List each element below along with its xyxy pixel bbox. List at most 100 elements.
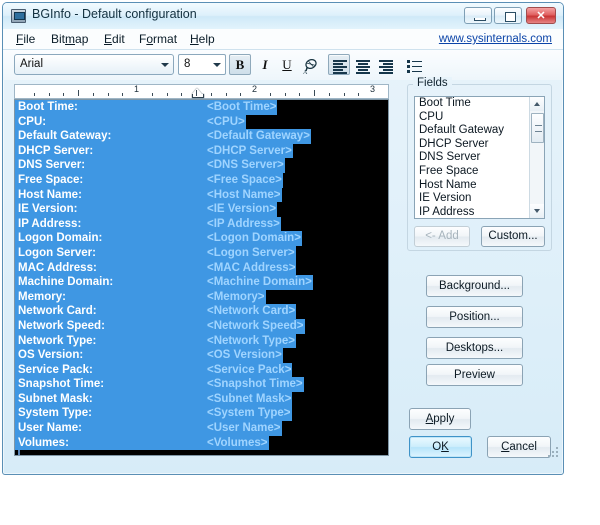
field-list-item[interactable]: CPU <box>415 111 544 125</box>
field-list-item[interactable]: IP Address <box>415 206 544 218</box>
preview-button[interactable]: Preview <box>426 364 523 386</box>
editor-line-field: <Network Card> <box>207 304 297 319</box>
editor-line-field: <Network Type> <box>207 333 296 349</box>
menu-bar: File Bitmap Edit Format Help www.sysinte… <box>3 29 563 50</box>
editor-line[interactable]: Service Pack: <Service Pack> <box>15 362 388 378</box>
underline-icon: U <box>282 57 292 72</box>
editor-line[interactable]: User Name: <User Name> <box>15 421 388 436</box>
bold-button[interactable]: B <box>229 54 251 75</box>
fields-listbox[interactable]: Boot Time CPU Default Gateway DHCP Server DN… <box>414 96 545 219</box>
menu-item-format[interactable]: Format <box>137 32 179 46</box>
position-button[interactable]: Position... <box>426 306 523 328</box>
field-list-item[interactable]: Default Gateway <box>415 124 544 138</box>
ruler[interactable]: 1 2 3 <box>14 84 389 99</box>
editor-line[interactable]: Network Card: <Network Card> <box>15 304 388 319</box>
editor-line[interactable]: Volumes: <Volumes> <box>15 435 388 451</box>
editor-line-label: MAC Address: <box>15 260 207 276</box>
editor-line[interactable]: IP Address: <IP Address> <box>15 216 388 232</box>
minimize-button[interactable] <box>464 7 492 24</box>
editor-line[interactable]: Network Type: <Network Type> <box>15 333 388 349</box>
editor-line[interactable]: Boot Time: <Boot Time> <box>15 100 388 115</box>
scroll-down-button[interactable] <box>530 204 544 218</box>
editor-line-field: <OS Version> <box>207 348 283 363</box>
editor-line[interactable]: Subnet Mask: <Subnet Mask> <box>15 391 388 407</box>
editor-line-label: Free Space: <box>15 172 207 188</box>
field-list-item[interactable]: Free Space <box>415 165 544 179</box>
editor-line[interactable]: Logon Server: <Logon Server> <box>15 245 388 261</box>
font-size-select[interactable]: 8 <box>178 54 226 75</box>
bold-icon: B <box>235 57 245 72</box>
align-center-button[interactable] <box>351 54 373 75</box>
sysinternals-link[interactable]: www.sysinternals.com <box>439 33 552 45</box>
ruler-tick <box>314 90 315 96</box>
menu-item-edit[interactable]: Edit <box>102 32 127 46</box>
text-color-button[interactable]: A <box>298 54 320 75</box>
align-left-icon <box>333 60 347 74</box>
field-list-item[interactable]: IE Version <box>415 192 544 206</box>
cancel-button[interactable]: Cancel <box>487 436 551 458</box>
fields-scrollbar[interactable] <box>529 97 544 218</box>
indent-marker[interactable] <box>192 88 204 98</box>
ruler-tick <box>151 93 153 96</box>
editor-line[interactable]: Memory: <Memory> <box>15 289 388 305</box>
editor-line[interactable]: IE Version: <IE Version> <box>15 202 388 217</box>
add-field-button[interactable]: <- Add <box>414 226 470 247</box>
ruler-tick <box>122 93 124 96</box>
editor-line[interactable]: DNS Server: <DNS Server> <box>15 158 388 173</box>
editor-line-label: Default Gateway: <box>15 129 207 144</box>
menu-item-file[interactable]: File <box>14 32 37 46</box>
ruler-tick <box>240 93 242 96</box>
ok-button[interactable]: OK <box>409 436 472 458</box>
font-family-select[interactable]: Arial <box>14 54 174 75</box>
editor-line[interactable]: System Type: <System Type> <box>15 406 388 422</box>
editor-line-field: <System Type> <box>207 406 292 422</box>
editor-line-label: Logon Domain: <box>15 231 207 246</box>
ruler-tick <box>107 93 109 96</box>
editor-line[interactable]: Machine Domain: <Machine Domain> <box>15 275 388 290</box>
editor-line-label: Logon Server: <box>15 245 207 261</box>
editor-line[interactable]: Host Name: <Host Name> <box>15 187 388 203</box>
align-right-button[interactable] <box>374 54 396 75</box>
field-list-item[interactable]: DHCP Server <box>415 138 544 152</box>
ruler-tick <box>358 93 360 96</box>
editor-line-label: DNS Server: <box>15 158 207 173</box>
scroll-up-button[interactable] <box>530 97 544 111</box>
custom-field-button[interactable]: Custom... <box>481 226 545 247</box>
editor-line[interactable]: Network Speed: <Network Speed> <box>15 318 388 334</box>
window-title: BGInfo - Default configuration <box>32 7 197 21</box>
editor-line[interactable]: Free Space: <Free Space> <box>15 172 388 188</box>
bitmap-text-editor[interactable]: Boot Time: <Boot Time> CPU: <CPU> Default Ga… <box>14 99 389 456</box>
editor-line[interactable]: Snapshot Time: <Snapshot Time> <box>15 377 388 392</box>
menu-item-help[interactable]: Help <box>188 32 217 46</box>
close-button[interactable]: ✕ <box>526 7 556 24</box>
editor-line[interactable]: CPU: <CPU> <box>15 114 388 130</box>
ruler-tick <box>328 93 330 96</box>
apply-button[interactable]: Apply <box>409 408 471 430</box>
field-list-item[interactable]: DNS Server <box>415 151 544 165</box>
editor-line[interactable]: Default Gateway: <Default Gateway> <box>15 129 388 144</box>
menu-item-bitmap[interactable]: Bitmap <box>49 32 90 46</box>
editor-line-field: <Snapshot Time> <box>207 377 304 392</box>
editor-line[interactable]: Logon Domain: <Logon Domain> <box>15 231 388 246</box>
maximize-button[interactable] <box>494 7 522 24</box>
italic-button[interactable]: I <box>254 54 276 75</box>
editor-line[interactable]: DHCP Server: <DHCP Server> <box>15 143 388 159</box>
editor-line[interactable]: MAC Address: <MAC Address> <box>15 260 388 276</box>
editor-line-label: Network Type: <box>15 333 207 349</box>
background-button[interactable]: Background... <box>426 275 523 297</box>
font-family-value: Arial <box>20 58 44 70</box>
editor-line-field: <Network Speed> <box>207 318 305 334</box>
editor-line-label: User Name: <box>15 421 207 436</box>
desktops-button[interactable]: Desktops... <box>426 337 523 359</box>
align-left-button[interactable] <box>328 54 350 75</box>
fields-group-label: Fields <box>413 77 452 89</box>
resize-grip[interactable] <box>548 447 559 458</box>
editor-line[interactable]: OS Version: <OS Version> <box>15 348 388 363</box>
align-right-icon <box>379 60 393 74</box>
scrollbar-thumb[interactable] <box>531 113 544 143</box>
editor-line-label: DHCP Server: <box>15 143 207 159</box>
underline-button[interactable]: U <box>276 54 298 75</box>
bulleted-list-button[interactable] <box>402 54 424 75</box>
field-list-item[interactable]: Boot Time <box>415 97 544 111</box>
field-list-item[interactable]: Host Name <box>415 179 544 193</box>
